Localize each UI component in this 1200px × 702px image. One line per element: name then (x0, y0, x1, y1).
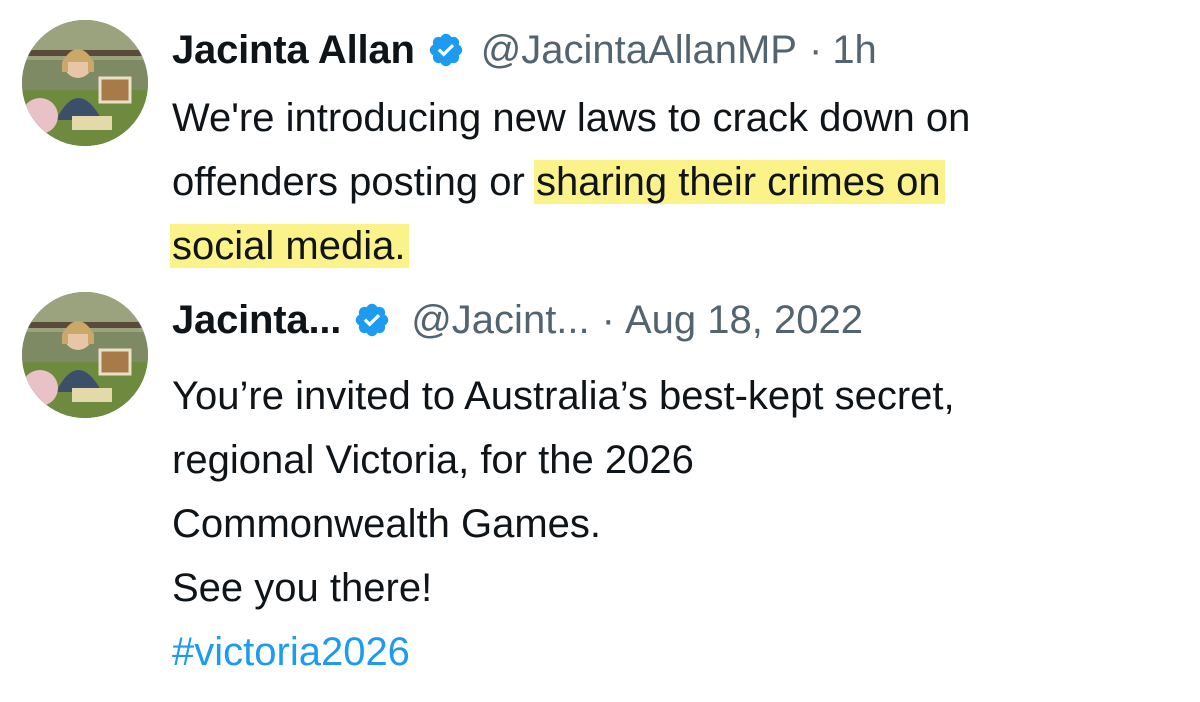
tweet-header: Jacinta Allan @JacintaAllanMP · 1h (172, 20, 877, 80)
separator-dot: · (601, 297, 615, 342)
author-name[interactable]: Jacinta Allan (172, 28, 415, 73)
tweet-text-line: You’re invited to Australia’s best-kept … (172, 374, 955, 418)
avatar[interactable] (22, 292, 148, 418)
tweet-text: We're introducing new laws to crack down… (170, 86, 971, 278)
tweet-text-line: offenders posting or sharing their crime… (172, 150, 970, 214)
tweet-text-segment: offenders posting or (172, 160, 536, 204)
avatar-photo (22, 292, 148, 418)
author-handle[interactable]: @JacintaAllanMP (481, 28, 797, 73)
timestamp[interactable]: Aug 18, 2022 (625, 298, 863, 343)
tweet-text-line: social media. (170, 214, 970, 278)
tweet-text-line: We're introducing new laws to crack down… (172, 96, 971, 140)
separator-dot: · (808, 27, 823, 72)
tweet-text-line: regional Victoria, for the 2026 (172, 438, 694, 482)
author-name[interactable]: Jacinta... (172, 298, 341, 343)
author-handle[interactable]: @Jacint... (411, 298, 589, 343)
tweet-text: You’re invited to Australia’s best-kept … (172, 364, 955, 684)
verified-badge-icon (427, 31, 465, 69)
highlighted-text: sharing their crimes on (533, 160, 945, 204)
timestamp[interactable]: 1h (832, 28, 877, 73)
tweet-text-line: Commonwealth Games. (172, 502, 602, 546)
avatar[interactable] (22, 20, 148, 146)
tweet-recent[interactable]: Jacinta Allan @JacintaAllanMP · 1h We're… (0, 0, 1200, 280)
tweet-header: Jacinta... @Jacint... · Aug 18, 2022 (172, 290, 863, 350)
highlighted-text: social media. (170, 224, 410, 268)
verified-badge-icon (353, 301, 391, 339)
tweet-text-line: See you there! (172, 566, 433, 610)
hashtag-link[interactable]: #victoria2026 (172, 620, 955, 684)
tweet-older[interactable]: Jacinta... @Jacint... · Aug 18, 2022 You… (0, 280, 1200, 702)
avatar-photo (22, 20, 148, 146)
